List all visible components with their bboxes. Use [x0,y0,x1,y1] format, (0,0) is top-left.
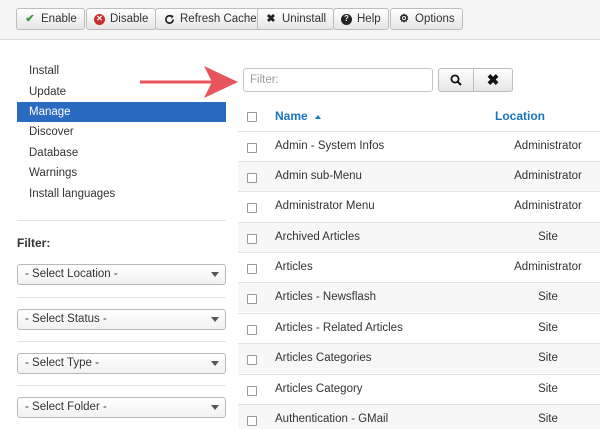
row-name: Admin - System Infos [275,140,385,152]
refresh-icon [163,13,175,25]
table-row[interactable]: Articles - Related Articles Site [238,313,600,343]
chevron-down-icon [211,317,219,322]
select-all-checkbox[interactable] [247,112,257,122]
row-name: Authentication - GMail [275,413,389,425]
table-row[interactable]: Articles - Newsflash Site [238,282,600,312]
chevron-down-icon [211,272,219,277]
enable-label: Enable [41,13,77,25]
table-row[interactable]: Articles Administrator [238,252,600,282]
chevron-down-icon [211,405,219,410]
question-icon: ? [341,13,352,25]
disable-icon: ✕ [94,13,105,25]
row-name: Articles Categories [275,352,372,364]
sidebar-item-warnings[interactable]: Warnings [17,163,226,183]
row-name: Articles - Newsflash [275,291,376,303]
row-checkbox[interactable] [247,416,257,426]
uninstall-label: Uninstall [282,13,327,25]
column-name-header[interactable]: Name [275,109,321,123]
select-status-value: - Select Status - [25,313,107,325]
row-location: Site [538,291,558,303]
row-location: Site [538,322,558,334]
row-checkbox[interactable] [247,234,257,244]
row-name: Articles Category [275,383,363,395]
select-location-value: - Select Location - [25,268,118,280]
row-location: Administrator [514,170,582,182]
row-checkbox[interactable] [247,386,257,396]
chevron-down-icon [211,361,219,366]
sidebar-item-discover[interactable]: Discover [17,122,226,142]
select-location[interactable]: - Select Location - [17,264,226,285]
select-status[interactable]: - Select Status - [17,309,226,330]
options-button[interactable]: ⚙ Options [390,8,463,30]
row-name: Articles [275,261,313,273]
row-checkbox[interactable] [247,325,257,335]
row-checkbox[interactable] [247,173,257,183]
enable-button[interactable]: ✔ Enable [16,8,85,30]
table-row[interactable]: Admin sub-Menu Administrator [238,161,600,191]
select-folder-value: - Select Folder - [25,401,107,413]
table-row[interactable]: Authentication - GMail Site [238,404,600,429]
options-label: Options [415,13,455,25]
row-checkbox[interactable] [247,294,257,304]
search-filter-input[interactable] [243,68,433,92]
row-location: Site [538,352,558,364]
sidebar-divider [17,220,226,221]
select-folder[interactable]: - Select Folder - [17,397,226,418]
close-icon: ✖ [486,72,500,89]
row-name: Articles - Related Articles [275,322,403,334]
help-label: Help [357,13,381,25]
filter-divider [17,341,226,342]
disable-button[interactable]: ✕ Disable [86,8,157,30]
row-location: Site [538,231,558,243]
toolbar: ✔ Enable ✕ Disable Refresh Cache ✖ Unins… [0,0,600,40]
row-location: Site [538,413,558,425]
check-icon: ✔ [25,12,35,25]
row-location: Administrator [514,261,582,273]
row-checkbox[interactable] [247,355,257,365]
clear-filter-button[interactable]: ✖ [473,68,513,92]
row-location: Administrator [514,140,582,152]
disable-label: Disable [110,13,149,25]
refresh-cache-button[interactable]: Refresh Cache [155,8,265,30]
row-name: Admin sub-Menu [275,170,362,182]
help-button[interactable]: ? Help [333,8,389,30]
row-name: Administrator Menu [275,200,375,212]
column-location-header[interactable]: Location [495,109,545,123]
table-row[interactable]: Archived Articles Site [238,222,600,252]
select-type-value: - Select Type - [25,357,99,369]
table-row[interactable]: Administrator Menu Administrator [238,191,600,221]
filter-divider [17,385,226,386]
filter-heading: Filter: [17,236,51,250]
row-name: Archived Articles [275,231,361,243]
row-checkbox[interactable] [247,264,257,274]
uninstall-button[interactable]: ✖ Uninstall [257,8,335,30]
table-row[interactable]: Admin - System Infos Administrator [238,131,600,161]
gear-icon: ⚙ [399,12,409,25]
row-checkbox[interactable] [247,203,257,213]
sidebar-item-manage[interactable]: Manage [17,102,226,122]
refresh-cache-label: Refresh Cache [180,13,257,25]
annotation-arrow [140,66,238,98]
column-name-label: Name [275,109,308,123]
table-row[interactable]: Articles Category Site [238,374,600,404]
row-checkbox[interactable] [247,143,257,153]
search-button[interactable] [438,68,474,92]
sort-ascending-icon [314,114,321,119]
table-header: Name Location [238,100,600,132]
sidebar-item-database[interactable]: Database [17,143,226,163]
search-icon [450,74,462,86]
filter-divider [17,297,226,298]
sidebar-item-install-languages[interactable]: Install languages [17,184,226,204]
x-icon: ✖ [266,12,276,25]
row-location: Administrator [514,200,582,212]
table-row[interactable]: Articles Categories Site [238,343,600,373]
select-type[interactable]: - Select Type - [17,353,226,374]
row-location: Site [538,383,558,395]
